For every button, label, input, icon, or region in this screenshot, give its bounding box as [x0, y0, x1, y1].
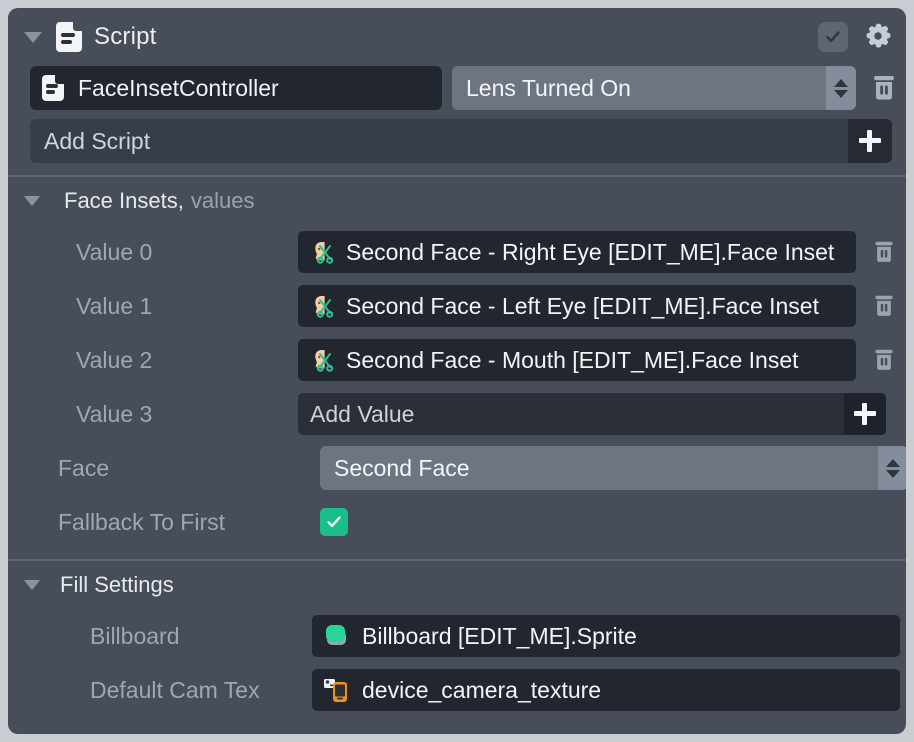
- billboard-field[interactable]: Billboard [EDIT_ME].Sprite: [312, 615, 900, 657]
- face-insets-title: Face Insets,: [64, 188, 184, 214]
- gear-icon[interactable]: [864, 23, 892, 51]
- collapse-triangle-icon[interactable]: [24, 196, 40, 206]
- face-label: Face: [30, 455, 320, 482]
- value-2-field[interactable]: Second Face - Mouth [EDIT_ME].Face Inset: [298, 339, 856, 381]
- face-inset-value-row: Value 2 Second Face - Mouth [EDIT_ME]: [8, 333, 906, 387]
- default-cam-tex-text: device_camera_texture: [362, 677, 601, 704]
- fallback-to-first-checkbox[interactable]: [320, 508, 348, 536]
- dropdown-stepper[interactable]: [826, 66, 856, 110]
- value-0-text: Second Face - Right Eye [EDIT_ME].Face I…: [346, 239, 834, 266]
- chevron-down-icon: [834, 90, 848, 98]
- value-3-label: Value 3: [30, 401, 298, 428]
- add-value-bar[interactable]: Add Value: [298, 393, 886, 435]
- sprite-icon: [322, 622, 352, 650]
- billboard-row: Billboard Billboard [EDIT_ME].Sprite: [8, 609, 906, 663]
- default-cam-tex-row: Default Cam Tex device_camera_texture: [8, 663, 906, 717]
- value-0-field[interactable]: Second Face - Right Eye [EDIT_ME].Face I…: [298, 231, 856, 273]
- face-inset-icon: [308, 292, 336, 320]
- face-dropdown-value: Second Face: [320, 455, 470, 482]
- chevron-down-icon: [886, 470, 900, 478]
- face-dropdown[interactable]: Second Face: [320, 446, 906, 490]
- chevron-up-icon: [886, 459, 900, 467]
- remove-value-2-button[interactable]: [864, 347, 904, 373]
- event-trigger-value: Lens Turned On: [452, 75, 631, 102]
- default-cam-tex-label: Default Cam Tex: [30, 677, 312, 704]
- value-2-text: Second Face - Mouth [EDIT_ME].Face Inset: [346, 347, 799, 374]
- dropdown-stepper[interactable]: [878, 446, 906, 490]
- camera-texture-icon: [322, 676, 352, 704]
- add-value-label: Add Value: [298, 401, 414, 428]
- collapse-triangle-icon[interactable]: [24, 580, 40, 590]
- add-value-button[interactable]: [844, 393, 886, 435]
- add-value-row: Value 3 Add Value: [8, 387, 906, 441]
- remove-value-0-button[interactable]: [864, 239, 904, 265]
- face-inset-value-row: Value 1 Second Face - Left Eye [EDIT_: [8, 279, 906, 333]
- page-title: Script: [94, 23, 157, 51]
- header-actions: [818, 22, 892, 52]
- add-script-button[interactable]: [848, 119, 892, 163]
- fallback-to-first-row: Fallback To First: [8, 495, 906, 549]
- script-asset-row: FaceInsetController Lens Turned On: [30, 66, 892, 110]
- event-trigger-dropdown[interactable]: Lens Turned On: [452, 66, 856, 110]
- script-asset-name: FaceInsetController: [78, 75, 279, 102]
- inspector-panel-root: Script Face: [0, 0, 914, 742]
- fill-settings-section-header[interactable]: Fill Settings: [8, 561, 906, 609]
- face-inset-icon: [308, 238, 336, 266]
- chevron-up-icon: [834, 79, 848, 87]
- plus-icon: [854, 403, 876, 425]
- value-1-text: Second Face - Left Eye [EDIT_ME].Face In…: [346, 293, 819, 320]
- value-2-label: Value 2: [30, 347, 298, 374]
- value-1-label: Value 1: [30, 293, 298, 320]
- script-document-icon: [42, 75, 64, 101]
- script-asset-field[interactable]: FaceInsetController: [30, 66, 442, 110]
- value-1-field[interactable]: Second Face - Left Eye [EDIT_ME].Face In…: [298, 285, 856, 327]
- trash-icon: [872, 347, 896, 373]
- face-insets-subtitle: values: [191, 188, 255, 214]
- default-cam-tex-field[interactable]: device_camera_texture: [312, 669, 900, 711]
- fill-settings-title: Fill Settings: [60, 572, 174, 598]
- billboard-text: Billboard [EDIT_ME].Sprite: [362, 623, 637, 650]
- remove-value-1-button[interactable]: [864, 293, 904, 319]
- add-script-label: Add Script: [30, 128, 150, 155]
- face-inset-icon: [308, 346, 336, 374]
- trash-icon: [872, 293, 896, 319]
- face-row: Face Second Face: [8, 441, 906, 495]
- component-enabled-checkbox[interactable]: [818, 22, 848, 52]
- collapse-triangle-icon[interactable]: [24, 32, 42, 43]
- face-insets-section-header[interactable]: Face Insets, values: [8, 177, 906, 225]
- billboard-label: Billboard: [30, 623, 312, 650]
- script-section-header[interactable]: Script: [8, 8, 906, 66]
- fallback-to-first-label: Fallback To First: [30, 509, 320, 536]
- script-document-icon: [56, 22, 82, 52]
- trash-icon: [870, 73, 898, 103]
- face-inset-value-row: Value 0 Second Face - Right Eye [EDIT: [8, 225, 906, 279]
- trash-icon: [872, 239, 896, 265]
- add-script-bar[interactable]: Add Script: [30, 119, 892, 163]
- script-component-panel: Script Face: [8, 8, 906, 734]
- plus-icon: [859, 130, 881, 152]
- remove-script-button[interactable]: [864, 73, 904, 103]
- value-0-label: Value 0: [30, 239, 298, 266]
